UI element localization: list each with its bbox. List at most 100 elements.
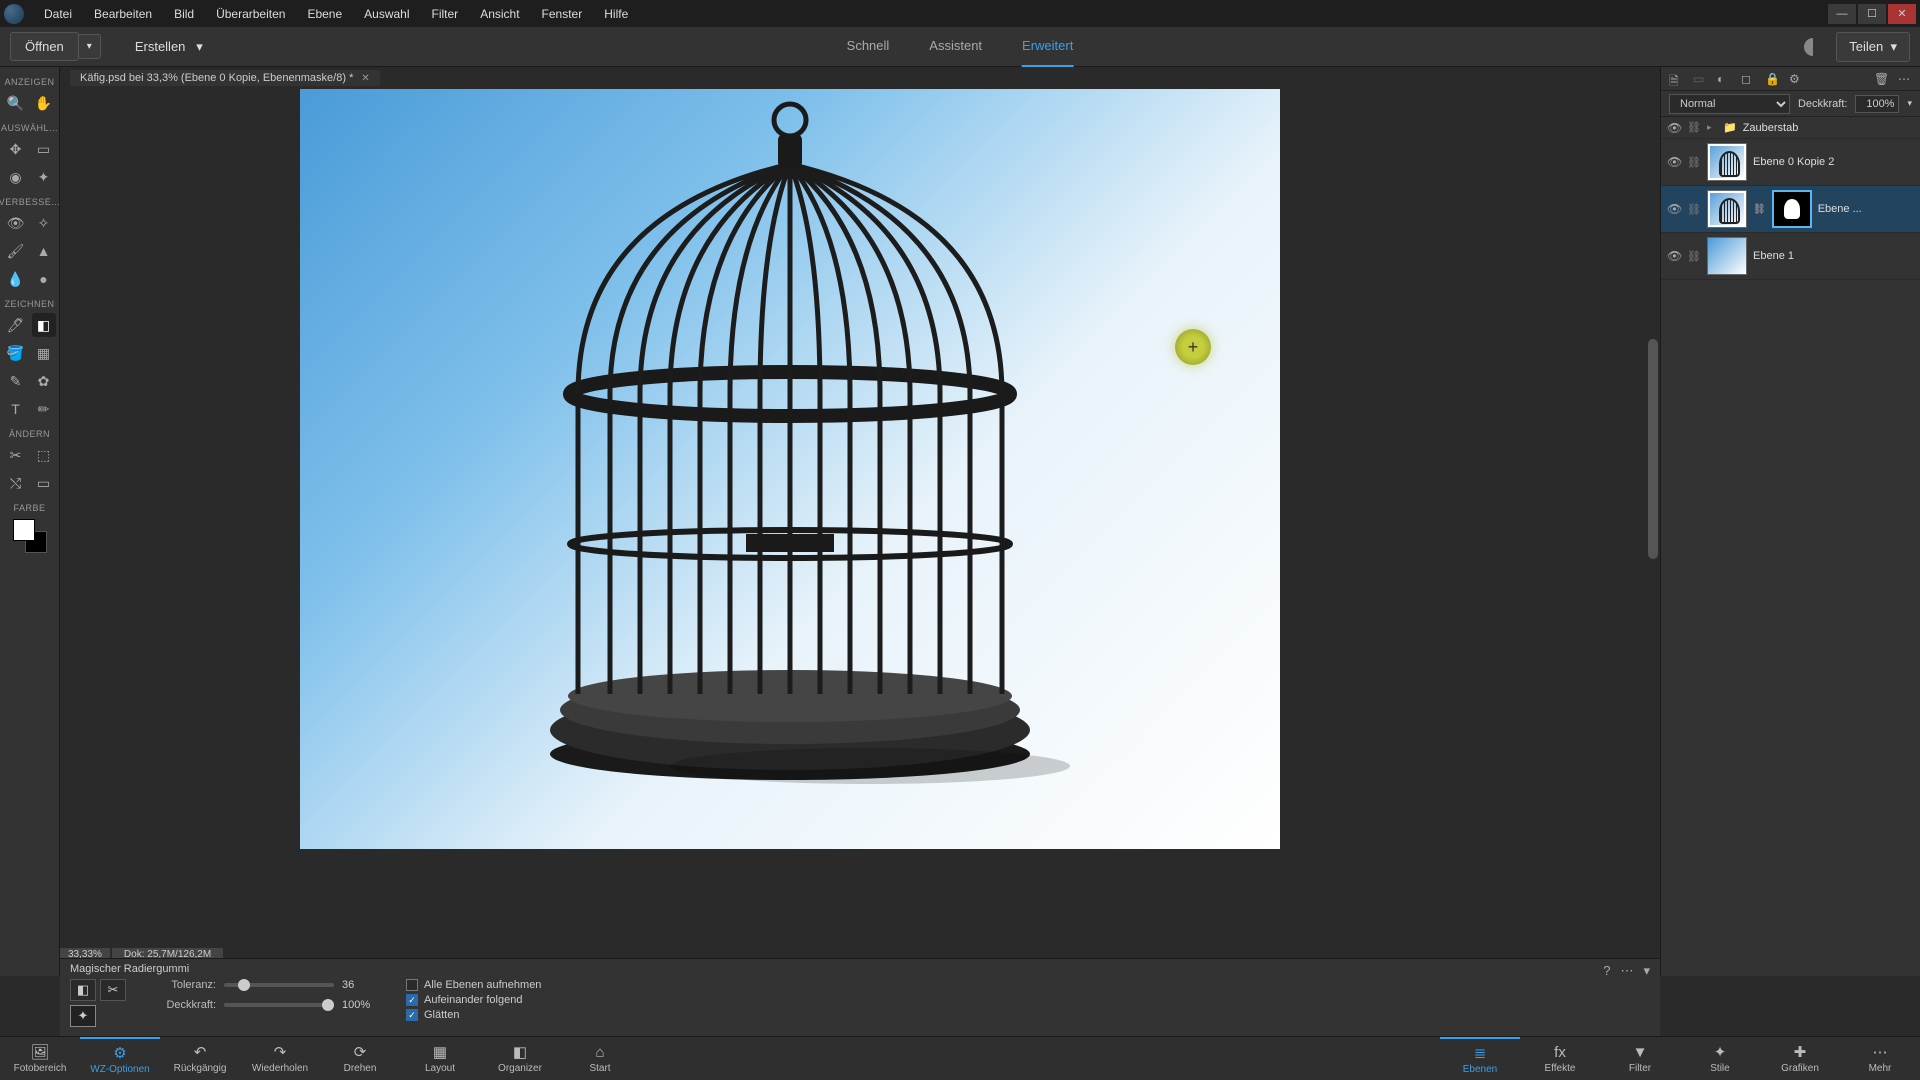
new-layer-icon[interactable]: 🗎 bbox=[1669, 72, 1683, 86]
panel-menu-icon[interactable]: ⋯ bbox=[1898, 72, 1912, 86]
visibility-toggle-icon[interactable]: 👁 bbox=[1667, 249, 1681, 263]
link-icon[interactable]: ⛓ bbox=[1687, 156, 1701, 169]
mask-icon[interactable]: ◻ bbox=[1741, 72, 1755, 86]
visibility-toggle-icon[interactable]: 👁 bbox=[1667, 121, 1681, 135]
close-button[interactable]: ✕ bbox=[1888, 4, 1916, 24]
link-icon[interactable]: ⛓ bbox=[1687, 203, 1701, 216]
blur-tool[interactable]: 💧 bbox=[4, 267, 28, 291]
mode-quick[interactable]: Schnell bbox=[847, 26, 890, 67]
checkbox-icon[interactable]: ✓ bbox=[406, 994, 418, 1006]
sponge-tool[interactable]: ● bbox=[32, 267, 56, 291]
task-organizer[interactable]: ◧ Organizer bbox=[480, 1037, 560, 1080]
tolerance-slider[interactable] bbox=[224, 983, 334, 987]
layer-group-row[interactable]: 👁 ⛓ ▸ 📁 Zauberstab bbox=[1661, 117, 1920, 139]
canvas-viewport[interactable]: + bbox=[60, 89, 1660, 948]
crop-tool[interactable]: ✂ bbox=[4, 443, 28, 467]
task-undo[interactable]: ↶ Rückgängig bbox=[160, 1037, 240, 1080]
options-menu-icon[interactable]: ⋯ bbox=[1620, 963, 1633, 979]
canvas[interactable] bbox=[300, 89, 1280, 849]
foreground-color-swatch[interactable] bbox=[13, 519, 35, 541]
recompose-tool[interactable]: ⬚ bbox=[32, 443, 56, 467]
layer-thumbnail[interactable] bbox=[1707, 143, 1747, 181]
lasso-tool[interactable]: ◉ bbox=[4, 165, 28, 189]
layer-mask-thumbnail[interactable] bbox=[1772, 190, 1812, 228]
zoom-tool[interactable]: 🔍 bbox=[4, 91, 28, 115]
gradient-tool[interactable]: ▦ bbox=[32, 341, 56, 365]
type-tool[interactable]: T bbox=[4, 397, 28, 421]
layer-thumbnail[interactable] bbox=[1707, 237, 1747, 275]
task-layers[interactable]: ≣ Ebenen bbox=[1440, 1037, 1520, 1080]
fx-icon[interactable]: ⚙ bbox=[1789, 72, 1803, 86]
layer-row[interactable]: 👁 ⛓ Ebene 1 bbox=[1661, 233, 1920, 280]
help-icon[interactable]: ? bbox=[1603, 963, 1610, 979]
opacity-input[interactable] bbox=[1855, 95, 1899, 113]
blend-mode-select[interactable]: Normal bbox=[1669, 94, 1790, 114]
collapse-panel-icon[interactable]: ▾ bbox=[1643, 963, 1650, 979]
move-tool[interactable]: ✥ bbox=[4, 137, 28, 161]
open-button[interactable]: Öffnen bbox=[10, 32, 79, 61]
eraser-variant-standard[interactable]: ◧ bbox=[70, 979, 96, 1001]
color-swatches[interactable] bbox=[13, 519, 47, 553]
menu-image[interactable]: Bild bbox=[164, 3, 204, 25]
layer-name[interactable]: Zauberstab bbox=[1743, 122, 1914, 134]
visibility-toggle-icon[interactable]: 👁 bbox=[1667, 202, 1681, 216]
task-tool-options[interactable]: ⚙ WZ-Optionen bbox=[80, 1037, 160, 1080]
task-styles[interactable]: ✦ Stile bbox=[1680, 1037, 1760, 1080]
eyedropper-tool[interactable]: ✎ bbox=[4, 369, 28, 393]
pencil-tool[interactable]: ✏ bbox=[32, 397, 56, 421]
create-dropdown[interactable]: Erstellen ▾ bbox=[121, 33, 217, 61]
menu-filter[interactable]: Filter bbox=[422, 3, 469, 25]
maximize-button[interactable]: ☐ bbox=[1858, 4, 1886, 24]
new-group-icon[interactable]: ▭ bbox=[1693, 72, 1707, 86]
document-tab[interactable]: Käfig.psd bei 33,3% (Ebene 0 Kopie, Eben… bbox=[70, 70, 380, 86]
eraser-variant-background[interactable]: ✂ bbox=[100, 979, 126, 1001]
menu-select[interactable]: Auswahl bbox=[354, 3, 419, 25]
minimize-button[interactable]: — bbox=[1828, 4, 1856, 24]
menu-edit[interactable]: Bearbeiten bbox=[84, 3, 162, 25]
task-effects[interactable]: fx Effekte bbox=[1520, 1037, 1600, 1080]
menu-enhance[interactable]: Überarbeiten bbox=[206, 3, 295, 25]
content-move-tool[interactable]: ⤭ bbox=[4, 471, 28, 495]
chevron-right-icon[interactable]: ▸ bbox=[1707, 122, 1717, 133]
mode-guided[interactable]: Assistent bbox=[929, 26, 982, 67]
menu-view[interactable]: Ansicht bbox=[470, 3, 529, 25]
theme-toggle-icon[interactable] bbox=[1804, 38, 1822, 56]
layer-name[interactable]: Ebene 0 Kopie 2 bbox=[1753, 156, 1914, 168]
task-photobin[interactable]: 🖼 Fotobereich bbox=[0, 1037, 80, 1080]
task-graphics[interactable]: ✚ Grafiken bbox=[1760, 1037, 1840, 1080]
layer-row[interactable]: 👁 ⛓ Ebene 0 Kopie 2 bbox=[1661, 139, 1920, 186]
share-button[interactable]: Teilen ▾ bbox=[1836, 32, 1910, 62]
task-layout[interactable]: ▦ Layout bbox=[400, 1037, 480, 1080]
link-icon[interactable]: ⛓ bbox=[1687, 121, 1701, 134]
task-home[interactable]: ⌂ Start bbox=[560, 1037, 640, 1080]
shape-tool[interactable]: ✿ bbox=[32, 369, 56, 393]
lock-icon[interactable]: 🔒 bbox=[1765, 72, 1779, 86]
close-tab-icon[interactable]: ✕ bbox=[361, 73, 369, 84]
task-redo[interactable]: ↷ Wiederholen bbox=[240, 1037, 320, 1080]
layer-row-selected[interactable]: 👁 ⛓ ⛓ Ebene ... bbox=[1661, 186, 1920, 233]
hand-tool[interactable]: ✋ bbox=[32, 91, 56, 115]
layer-name[interactable]: Ebene ... bbox=[1818, 203, 1914, 215]
adjustment-icon[interactable]: ◐ bbox=[1717, 72, 1731, 86]
straighten-tool[interactable]: ▭ bbox=[32, 471, 56, 495]
brush-tool[interactable]: 🖊 bbox=[4, 313, 28, 337]
menu-window[interactable]: Fenster bbox=[532, 3, 593, 25]
layer-name[interactable]: Ebene 1 bbox=[1753, 250, 1914, 262]
marquee-tool[interactable]: ▭ bbox=[32, 137, 56, 161]
check-antialias[interactable]: ✓ Glätten bbox=[406, 1009, 541, 1021]
eraser-tool[interactable]: ◧ bbox=[32, 313, 56, 337]
task-more[interactable]: ⋯ Mehr bbox=[1840, 1037, 1920, 1080]
delete-layer-icon[interactable]: 🗑 bbox=[1874, 72, 1888, 86]
wand-tool[interactable]: ✦ bbox=[32, 165, 56, 189]
clone-tool[interactable]: ▲ bbox=[32, 239, 56, 263]
fill-tool[interactable]: 🪣 bbox=[4, 341, 28, 365]
smart-brush-tool[interactable]: 🖌 bbox=[4, 239, 28, 263]
layer-thumbnail[interactable] bbox=[1707, 190, 1747, 228]
eraser-variant-magic[interactable]: ✦ bbox=[70, 1005, 96, 1027]
menu-help[interactable]: Hilfe bbox=[594, 3, 638, 25]
visibility-toggle-icon[interactable]: 👁 bbox=[1667, 155, 1681, 169]
menu-file[interactable]: Datei bbox=[34, 3, 82, 25]
task-rotate[interactable]: ⟳ Drehen bbox=[320, 1037, 400, 1080]
mask-link-icon[interactable]: ⛓ bbox=[1753, 204, 1766, 215]
open-dropdown[interactable]: ▾ bbox=[78, 34, 101, 59]
